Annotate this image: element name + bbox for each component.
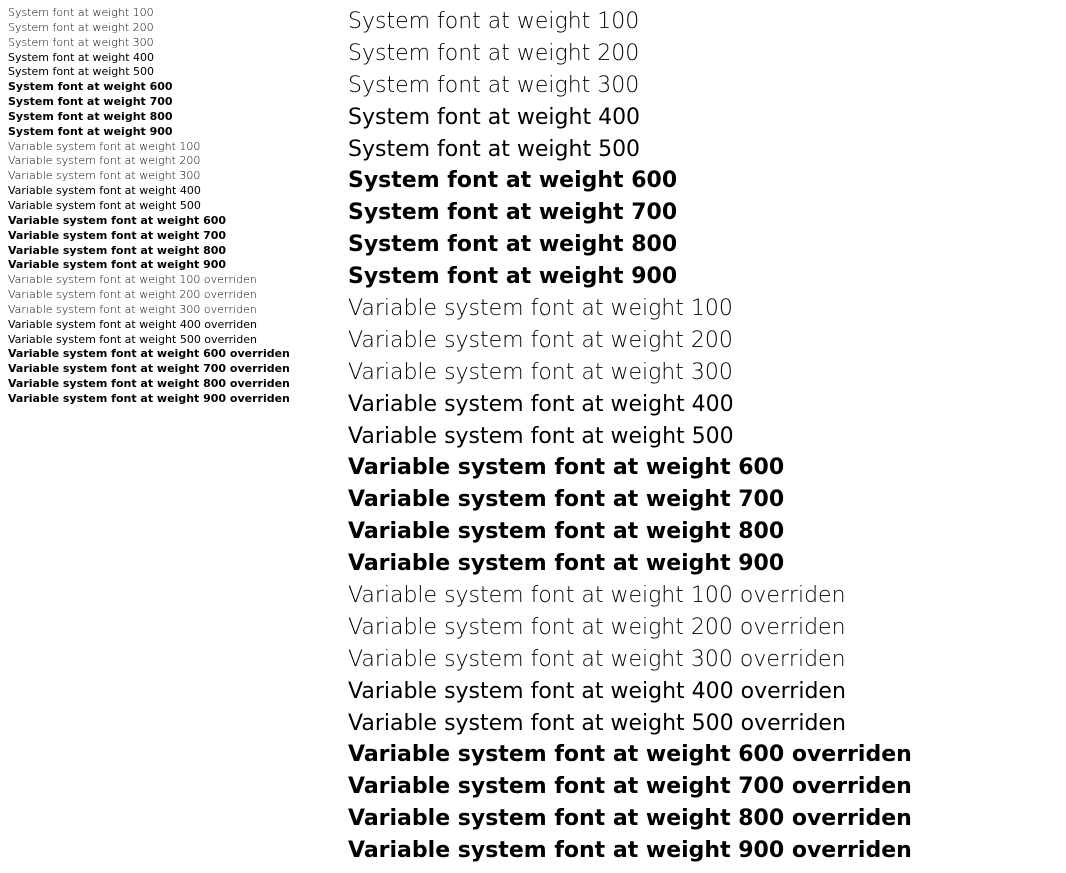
left-column: System font at weight 100System font at … <box>8 6 318 867</box>
system-font-line-900: System font at weight 900 <box>348 261 1058 293</box>
variable-font-line-300: Variable system font at weight 300 <box>348 357 1058 389</box>
variable-font-line-900: Variable system font at weight 900 <box>348 548 1058 580</box>
variable-font-line-900: Variable system font at weight 900 <box>8 258 318 273</box>
system-font-line-700: System font at weight 700 <box>8 95 318 110</box>
variable-font-line-100: Variable system font at weight 100 <box>8 140 318 155</box>
variable-overriden-font-line-100: Variable system font at weight 100 overr… <box>8 273 318 288</box>
variable-overriden-font-line-900: Variable system font at weight 900 overr… <box>348 835 1058 867</box>
variable-font-line-200: Variable system font at weight 200 <box>8 154 318 169</box>
variable-font-line-500: Variable system font at weight 500 <box>348 421 1058 453</box>
system-font-line-200: System font at weight 200 <box>348 38 1058 70</box>
system-font-line-700: System font at weight 700 <box>348 197 1058 229</box>
system-font-line-800: System font at weight 800 <box>348 229 1058 261</box>
system-font-line-800: System font at weight 800 <box>8 110 318 125</box>
variable-overriden-font-line-100: Variable system font at weight 100 overr… <box>348 580 1058 612</box>
variable-overriden-font-line-200: Variable system font at weight 200 overr… <box>348 612 1058 644</box>
system-font-line-100: System font at weight 100 <box>348 6 1058 38</box>
system-font-line-500: System font at weight 500 <box>8 65 318 80</box>
variable-font-line-100: Variable system font at weight 100 <box>348 293 1058 325</box>
variable-font-line-800: Variable system font at weight 800 <box>8 244 318 259</box>
system-font-line-100: System font at weight 100 <box>8 6 318 21</box>
variable-font-line-500: Variable system font at weight 500 <box>8 199 318 214</box>
variable-overriden-font-line-500: Variable system font at weight 500 overr… <box>348 708 1058 740</box>
variable-overriden-font-line-400: Variable system font at weight 400 overr… <box>8 318 318 333</box>
variable-font-line-200: Variable system font at weight 200 <box>348 325 1058 357</box>
system-font-line-200: System font at weight 200 <box>8 21 318 36</box>
variable-overriden-font-line-500: Variable system font at weight 500 overr… <box>8 333 318 348</box>
system-font-line-600: System font at weight 600 <box>348 165 1058 197</box>
variable-overriden-font-line-800: Variable system font at weight 800 overr… <box>348 803 1058 835</box>
variable-overriden-font-line-300: Variable system font at weight 300 overr… <box>348 644 1058 676</box>
variable-overriden-font-line-400: Variable system font at weight 400 overr… <box>348 676 1058 708</box>
variable-font-line-400: Variable system font at weight 400 <box>348 389 1058 421</box>
variable-font-line-700: Variable system font at weight 700 <box>348 484 1058 516</box>
variable-font-line-300: Variable system font at weight 300 <box>8 169 318 184</box>
system-font-line-300: System font at weight 300 <box>8 36 318 51</box>
variable-font-line-400: Variable system font at weight 400 <box>8 184 318 199</box>
variable-font-line-600: Variable system font at weight 600 <box>8 214 318 229</box>
variable-overriden-font-line-900: Variable system font at weight 900 overr… <box>8 392 318 407</box>
system-font-line-400: System font at weight 400 <box>8 51 318 66</box>
system-font-line-400: System font at weight 400 <box>348 102 1058 134</box>
variable-overriden-font-line-700: Variable system font at weight 700 overr… <box>8 362 318 377</box>
variable-overriden-font-line-600: Variable system font at weight 600 overr… <box>8 347 318 362</box>
variable-overriden-font-line-700: Variable system font at weight 700 overr… <box>348 771 1058 803</box>
right-column: System font at weight 100System font at … <box>318 6 1058 867</box>
system-font-line-500: System font at weight 500 <box>348 134 1058 166</box>
variable-font-line-600: Variable system font at weight 600 <box>348 452 1058 484</box>
system-font-line-900: System font at weight 900 <box>8 125 318 140</box>
system-font-line-600: System font at weight 600 <box>8 80 318 95</box>
variable-font-line-800: Variable system font at weight 800 <box>348 516 1058 548</box>
variable-font-line-700: Variable system font at weight 700 <box>8 229 318 244</box>
system-font-line-300: System font at weight 300 <box>348 70 1058 102</box>
variable-overriden-font-line-200: Variable system font at weight 200 overr… <box>8 288 318 303</box>
variable-overriden-font-line-800: Variable system font at weight 800 overr… <box>8 377 318 392</box>
variable-overriden-font-line-300: Variable system font at weight 300 overr… <box>8 303 318 318</box>
variable-overriden-font-line-600: Variable system font at weight 600 overr… <box>348 739 1058 771</box>
